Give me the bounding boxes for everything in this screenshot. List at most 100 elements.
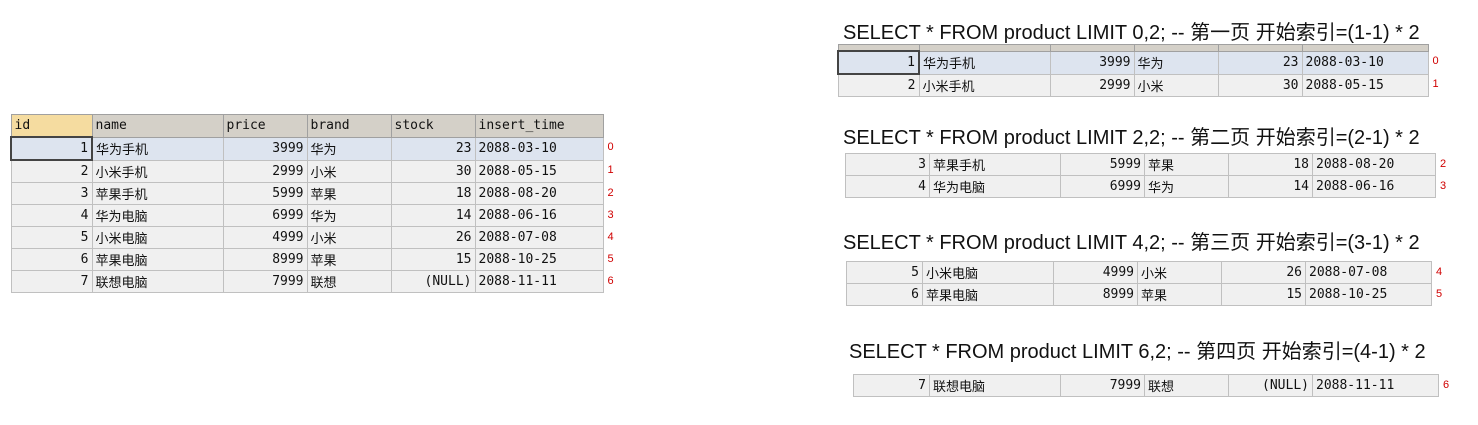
cell-price[interactable]: 5999 bbox=[222, 182, 308, 205]
cell-name[interactable]: 苹果手机 bbox=[929, 153, 1061, 176]
table-row[interactable]: 4 华为电脑 6999 华为 14 2088-06-16 bbox=[10, 204, 604, 227]
cell-id[interactable]: 4 bbox=[10, 204, 93, 227]
cell-name[interactable]: 华为手机 bbox=[91, 136, 224, 161]
cell-brand[interactable]: 苹果 bbox=[306, 248, 392, 271]
cell-id[interactable]: 7 bbox=[10, 270, 93, 293]
cell-price[interactable]: 7999 bbox=[222, 270, 308, 293]
cell-stock[interactable]: 14 bbox=[1228, 175, 1313, 198]
column-header-insert-time[interactable]: insert_time bbox=[474, 114, 604, 138]
cell-stock[interactable]: 30 bbox=[390, 159, 476, 183]
cell-brand[interactable]: 联想 bbox=[1144, 374, 1229, 397]
cell-stock[interactable]: (NULL) bbox=[1228, 374, 1313, 397]
table-row[interactable]: 1 华为手机 3999 华为 23 2088-03-10 bbox=[10, 136, 604, 161]
cell-price[interactable]: 3999 bbox=[222, 136, 308, 161]
cell-stock[interactable]: 15 bbox=[1221, 283, 1306, 306]
cell-name[interactable]: 小米电脑 bbox=[91, 226, 224, 249]
cell-brand[interactable]: 华为 bbox=[1144, 175, 1229, 198]
cell-price[interactable]: 7999 bbox=[1060, 374, 1145, 397]
cell-id[interactable]: 6 bbox=[846, 283, 923, 306]
cell-stock[interactable]: 18 bbox=[1228, 153, 1313, 176]
cell-id[interactable]: 1 bbox=[837, 50, 920, 75]
cell-id[interactable]: 3 bbox=[10, 182, 93, 205]
table-row[interactable]: 3 苹果手机 5999 苹果 18 2088-08-20 bbox=[845, 153, 1436, 176]
cell-price[interactable]: 6999 bbox=[222, 204, 308, 227]
cell-insert-time[interactable]: 2088-11-11 bbox=[474, 270, 604, 293]
cell-insert-time[interactable]: 2088-03-10 bbox=[474, 136, 604, 161]
cell-stock[interactable]: 26 bbox=[390, 226, 476, 249]
cell-name[interactable]: 华为电脑 bbox=[929, 175, 1061, 198]
cell-brand[interactable]: 苹果 bbox=[1144, 153, 1229, 176]
cell-insert-time[interactable]: 2088-06-16 bbox=[1312, 175, 1436, 198]
cell-brand[interactable]: 华为 bbox=[306, 204, 392, 227]
cell-price[interactable]: 3999 bbox=[1049, 50, 1135, 75]
cell-id[interactable]: 3 bbox=[845, 153, 930, 176]
cell-id[interactable]: 4 bbox=[845, 175, 930, 198]
cell-name[interactable]: 苹果电脑 bbox=[91, 248, 224, 271]
cell-id[interactable]: 2 bbox=[837, 73, 920, 97]
cell-price[interactable]: 4999 bbox=[222, 226, 308, 249]
table-row[interactable]: 4 华为电脑 6999 华为 14 2088-06-16 bbox=[845, 175, 1436, 198]
cell-brand[interactable]: 小米 bbox=[1137, 261, 1222, 284]
cell-price[interactable]: 2999 bbox=[222, 159, 308, 183]
table-row[interactable]: 6 苹果电脑 8999 苹果 15 2088-10-25 bbox=[10, 248, 604, 271]
cell-stock[interactable]: 15 bbox=[390, 248, 476, 271]
cell-price[interactable]: 8999 bbox=[222, 248, 308, 271]
column-header-name[interactable]: name bbox=[91, 114, 224, 138]
table-row[interactable]: 6 苹果电脑 8999 苹果 15 2088-10-25 bbox=[846, 283, 1432, 306]
cell-stock[interactable]: 30 bbox=[1217, 73, 1303, 97]
cell-brand[interactable]: 华为 bbox=[1133, 50, 1219, 75]
cell-id[interactable]: 5 bbox=[10, 226, 93, 249]
cell-insert-time[interactable]: 2088-07-08 bbox=[1305, 261, 1432, 284]
cell-insert-time[interactable]: 2088-05-15 bbox=[474, 159, 604, 183]
cell-name[interactable]: 苹果电脑 bbox=[922, 283, 1054, 306]
cell-id[interactable]: 5 bbox=[846, 261, 923, 284]
cell-name[interactable]: 华为电脑 bbox=[91, 204, 224, 227]
cell-insert-time[interactable]: 2088-10-25 bbox=[1305, 283, 1432, 306]
column-header-brand[interactable]: brand bbox=[306, 114, 392, 138]
cell-brand[interactable]: 小米 bbox=[306, 159, 392, 183]
cell-id[interactable]: 6 bbox=[10, 248, 93, 271]
cell-id[interactable]: 1 bbox=[10, 136, 93, 161]
cell-brand[interactable]: 联想 bbox=[306, 270, 392, 293]
cell-name[interactable]: 小米电脑 bbox=[922, 261, 1054, 284]
cell-price[interactable]: 6999 bbox=[1060, 175, 1145, 198]
cell-insert-time[interactable]: 2088-07-08 bbox=[474, 226, 604, 249]
table-row[interactable]: 7 联想电脑 7999 联想 (NULL) 2088-11-11 bbox=[853, 374, 1439, 397]
table-row[interactable]: 7 联想电脑 7999 联想 (NULL) 2088-11-11 bbox=[10, 270, 604, 293]
cell-stock[interactable]: 23 bbox=[390, 136, 476, 161]
cell-insert-time[interactable]: 2088-08-20 bbox=[1312, 153, 1436, 176]
cell-insert-time[interactable]: 2088-08-20 bbox=[474, 182, 604, 205]
column-header-stock[interactable]: stock bbox=[390, 114, 476, 138]
cell-name[interactable]: 华为手机 bbox=[918, 50, 1051, 75]
cell-stock[interactable]: 14 bbox=[390, 204, 476, 227]
cell-price[interactable]: 2999 bbox=[1049, 73, 1135, 97]
cell-brand[interactable]: 小米 bbox=[306, 226, 392, 249]
column-header-price[interactable]: price bbox=[222, 114, 308, 138]
cell-insert-time[interactable]: 2088-10-25 bbox=[474, 248, 604, 271]
column-header-id[interactable]: id bbox=[10, 114, 93, 138]
cell-stock[interactable]: (NULL) bbox=[390, 270, 476, 293]
cell-name[interactable]: 苹果手机 bbox=[91, 182, 224, 205]
cell-stock[interactable]: 23 bbox=[1217, 50, 1303, 75]
cell-name[interactable]: 联想电脑 bbox=[91, 270, 224, 293]
cell-name[interactable]: 联想电脑 bbox=[929, 374, 1061, 397]
cell-brand[interactable]: 苹果 bbox=[1137, 283, 1222, 306]
cell-id[interactable]: 7 bbox=[853, 374, 930, 397]
cell-price[interactable]: 5999 bbox=[1060, 153, 1145, 176]
cell-brand[interactable]: 华为 bbox=[306, 136, 392, 161]
cell-brand[interactable]: 苹果 bbox=[306, 182, 392, 205]
cell-stock[interactable]: 18 bbox=[390, 182, 476, 205]
table-row[interactable]: 2 小米手机 2999 小米 30 2088-05-15 bbox=[10, 159, 604, 183]
cell-stock[interactable]: 26 bbox=[1221, 261, 1306, 284]
table-row[interactable]: 5 小米电脑 4999 小米 26 2088-07-08 bbox=[10, 226, 604, 249]
cell-name[interactable]: 小米手机 bbox=[91, 159, 224, 183]
cell-insert-time[interactable]: 2088-05-15 bbox=[1301, 73, 1429, 97]
cell-name[interactable]: 小米手机 bbox=[918, 73, 1051, 97]
table-row[interactable]: 5 小米电脑 4999 小米 26 2088-07-08 bbox=[846, 261, 1432, 284]
cell-price[interactable]: 4999 bbox=[1053, 261, 1138, 284]
cell-insert-time[interactable]: 2088-06-16 bbox=[474, 204, 604, 227]
table-row[interactable]: 3 苹果手机 5999 苹果 18 2088-08-20 bbox=[10, 182, 604, 205]
cell-price[interactable]: 8999 bbox=[1053, 283, 1138, 306]
cell-insert-time[interactable]: 2088-11-11 bbox=[1312, 374, 1439, 397]
cell-id[interactable]: 2 bbox=[10, 159, 93, 183]
